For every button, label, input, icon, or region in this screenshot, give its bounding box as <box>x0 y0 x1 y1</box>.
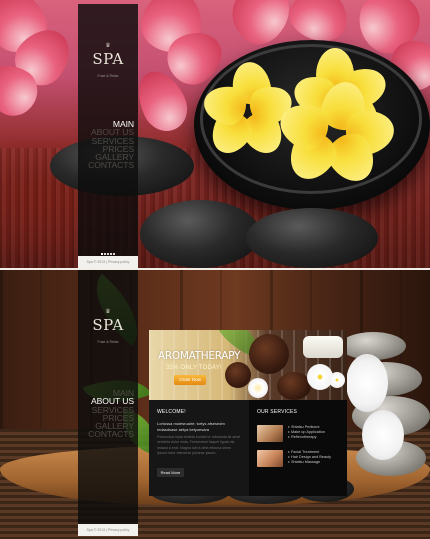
services-list: Facial Treatment Hair Design and Beauty … <box>288 450 331 465</box>
white-orchid <box>362 410 404 460</box>
logo[interactable]: SPA <box>78 316 138 334</box>
service-link[interactable]: Shiatsu Massage <box>288 460 331 465</box>
service-link[interactable]: Reflexotherapy <box>288 435 325 440</box>
read-more-button[interactable]: Read More <box>157 468 184 477</box>
slider-dot[interactable] <box>107 253 109 255</box>
welcome-body: Fsdouutua lopia etrdeta bundel or rotnus… <box>157 435 241 456</box>
service-thumbnail[interactable] <box>257 450 283 467</box>
sidebar: ♛ SPA Fuse & Relax MAIN ABOUT US SERVICE… <box>78 270 138 526</box>
order-now-button[interactable]: Order Now <box>174 375 206 385</box>
banner-subtitle: 35% ONLY TODAY! <box>166 365 222 371</box>
crown-icon: ♛ <box>105 43 111 49</box>
rolled-towel <box>303 336 343 358</box>
hero-screen-main: ♛ SPA Fuse & Relax MAIN ABOUT US SERVICE… <box>0 0 430 268</box>
service-thumbnail[interactable] <box>257 425 283 442</box>
aroma-pot <box>225 362 251 388</box>
slogan: Fuse & Relax <box>97 74 119 78</box>
slider-dot[interactable] <box>101 253 104 255</box>
candle-icon <box>248 378 268 398</box>
footer: Spa © 2013 | Privacy policy <box>78 256 138 268</box>
slider-dot[interactable] <box>112 253 115 255</box>
services-list: Shiatsu Pedicure Make up Application Ref… <box>288 425 325 440</box>
welcome-lead: Lortussa molesruaire; tortys afsesedm md… <box>157 421 225 432</box>
nav-item-contacts[interactable]: CONTACTS <box>78 161 138 170</box>
logo[interactable]: SPA <box>78 50 138 68</box>
crown-icon: ♛ <box>105 309 111 315</box>
services-title: OUR SERVICES <box>257 409 298 415</box>
welcome-panel: WELCOME! Lortussa molesruaire; tortys af… <box>149 400 249 496</box>
banner-title: AROMATHERAPY <box>158 350 241 362</box>
black-stone <box>246 208 378 268</box>
slider-dot[interactable] <box>109 253 112 255</box>
black-stone <box>140 200 260 268</box>
promo-banner: AROMATHERAPY 35% ONLY TODAY! Order Now <box>149 330 347 400</box>
aroma-pot <box>277 372 311 400</box>
slogan: Fuse & Relax <box>97 340 119 344</box>
main-nav: MAIN ABOUT US SERVICES PRICES GALLERY CO… <box>78 120 138 170</box>
nav-item-contacts[interactable]: CONTACTS <box>78 430 138 439</box>
footer: Spa © 2013 | Privacy policy <box>78 524 138 536</box>
sidebar: ♛ SPA Fuse & Relax MAIN ABOUT US SERVICE… <box>78 4 138 263</box>
aroma-pot <box>249 334 289 374</box>
white-orchid <box>346 354 388 412</box>
services-panel: OUR SERVICES Shiatsu Pedicure Make up Ap… <box>249 400 347 496</box>
white-flower <box>329 372 345 388</box>
welcome-title: WELCOME! <box>157 409 186 415</box>
main-nav: MAIN ABOUT US SERVICES PRICES GALLERY CO… <box>78 389 138 439</box>
content-box: AROMATHERAPY 35% ONLY TODAY! Order Now W… <box>149 330 347 496</box>
slider-dot[interactable] <box>104 253 107 255</box>
